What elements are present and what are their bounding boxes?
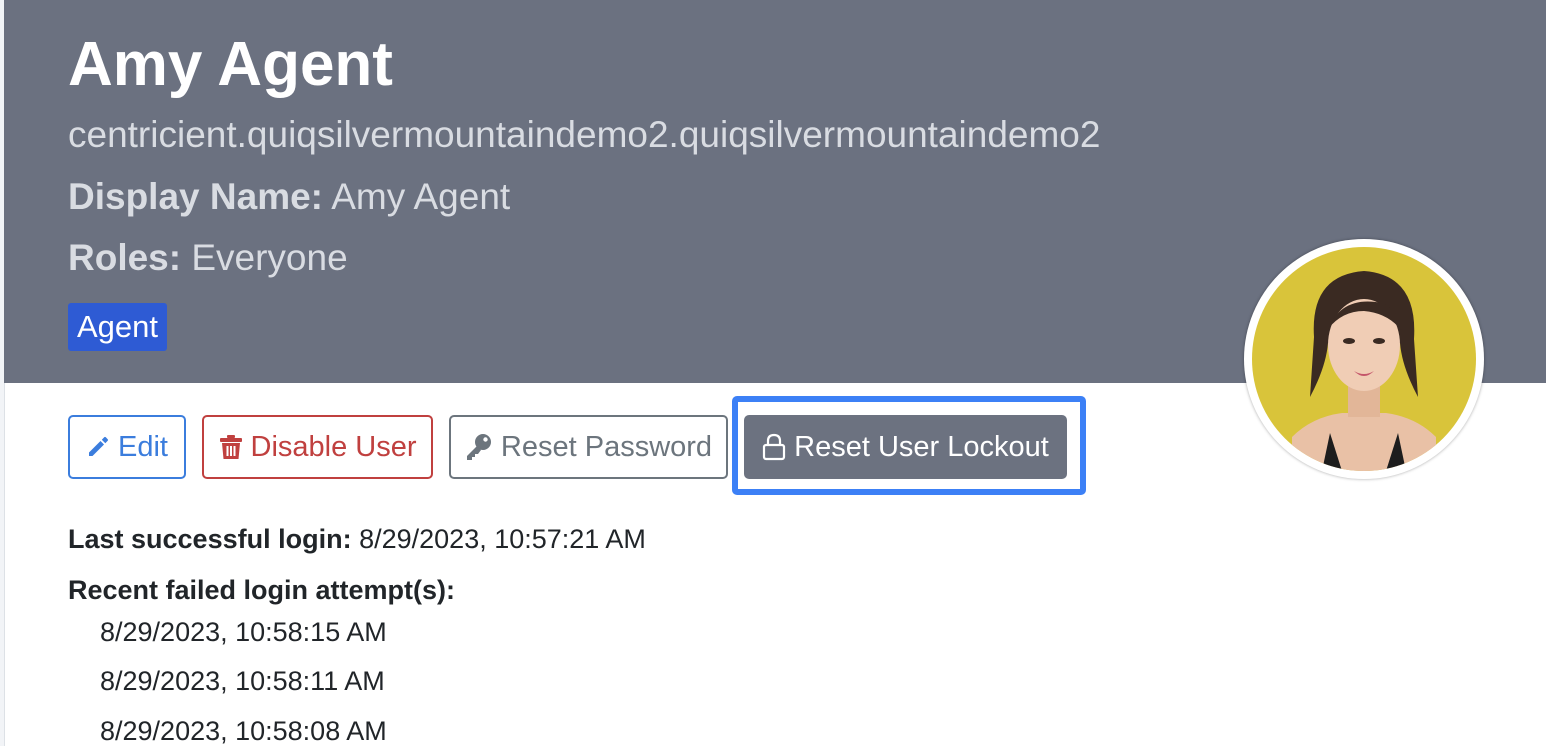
trash-icon [219, 435, 242, 459]
user-name: Amy Agent [68, 30, 393, 99]
last-successful-login-value: 8/29/2023, 10:57:21 AM [359, 524, 646, 554]
reset-password-button[interactable]: Reset Password [449, 415, 728, 479]
reset-user-lockout-button-label: Reset User Lockout [794, 430, 1049, 463]
roles-row: Roles: Everyone [68, 239, 348, 276]
avatar-photo [1252, 247, 1476, 471]
failed-login-item: 8/29/2023, 10:58:15 AM [100, 617, 387, 647]
last-successful-login: Last successful login: 8/29/2023, 10:57:… [68, 526, 646, 553]
last-successful-login-label: Last successful login: [68, 524, 352, 554]
display-name-label: Display Name: [68, 176, 323, 217]
display-name-row: Display Name: Amy Agent [68, 178, 510, 215]
pencil-icon [89, 436, 109, 456]
failed-login-item: 8/29/2023, 10:58:08 AM [100, 716, 387, 746]
avatar [1244, 239, 1484, 479]
disable-user-button[interactable]: Disable User [202, 415, 433, 479]
failed-login-label: Recent failed login attempt(s): [68, 575, 456, 605]
lock-icon [763, 433, 786, 461]
disable-user-button-label: Disable User [250, 430, 417, 463]
username: centricient.quiqsilvermountaindemo2.quiq… [68, 114, 1101, 155]
edit-button[interactable]: Edit [68, 415, 186, 479]
roles-label: Roles: [68, 237, 182, 278]
failed-login-item: 8/29/2023, 10:58:11 AM [100, 666, 385, 696]
user-type-badge: Agent [68, 303, 168, 351]
key-icon [466, 434, 491, 460]
display-name-value: Amy Agent [331, 176, 511, 217]
roles-value: Everyone [191, 237, 348, 278]
reset-user-lockout-button[interactable]: Reset User Lockout [744, 415, 1067, 479]
reset-password-button-label: Reset Password [500, 430, 713, 463]
edit-button-label: Edit [118, 430, 168, 463]
